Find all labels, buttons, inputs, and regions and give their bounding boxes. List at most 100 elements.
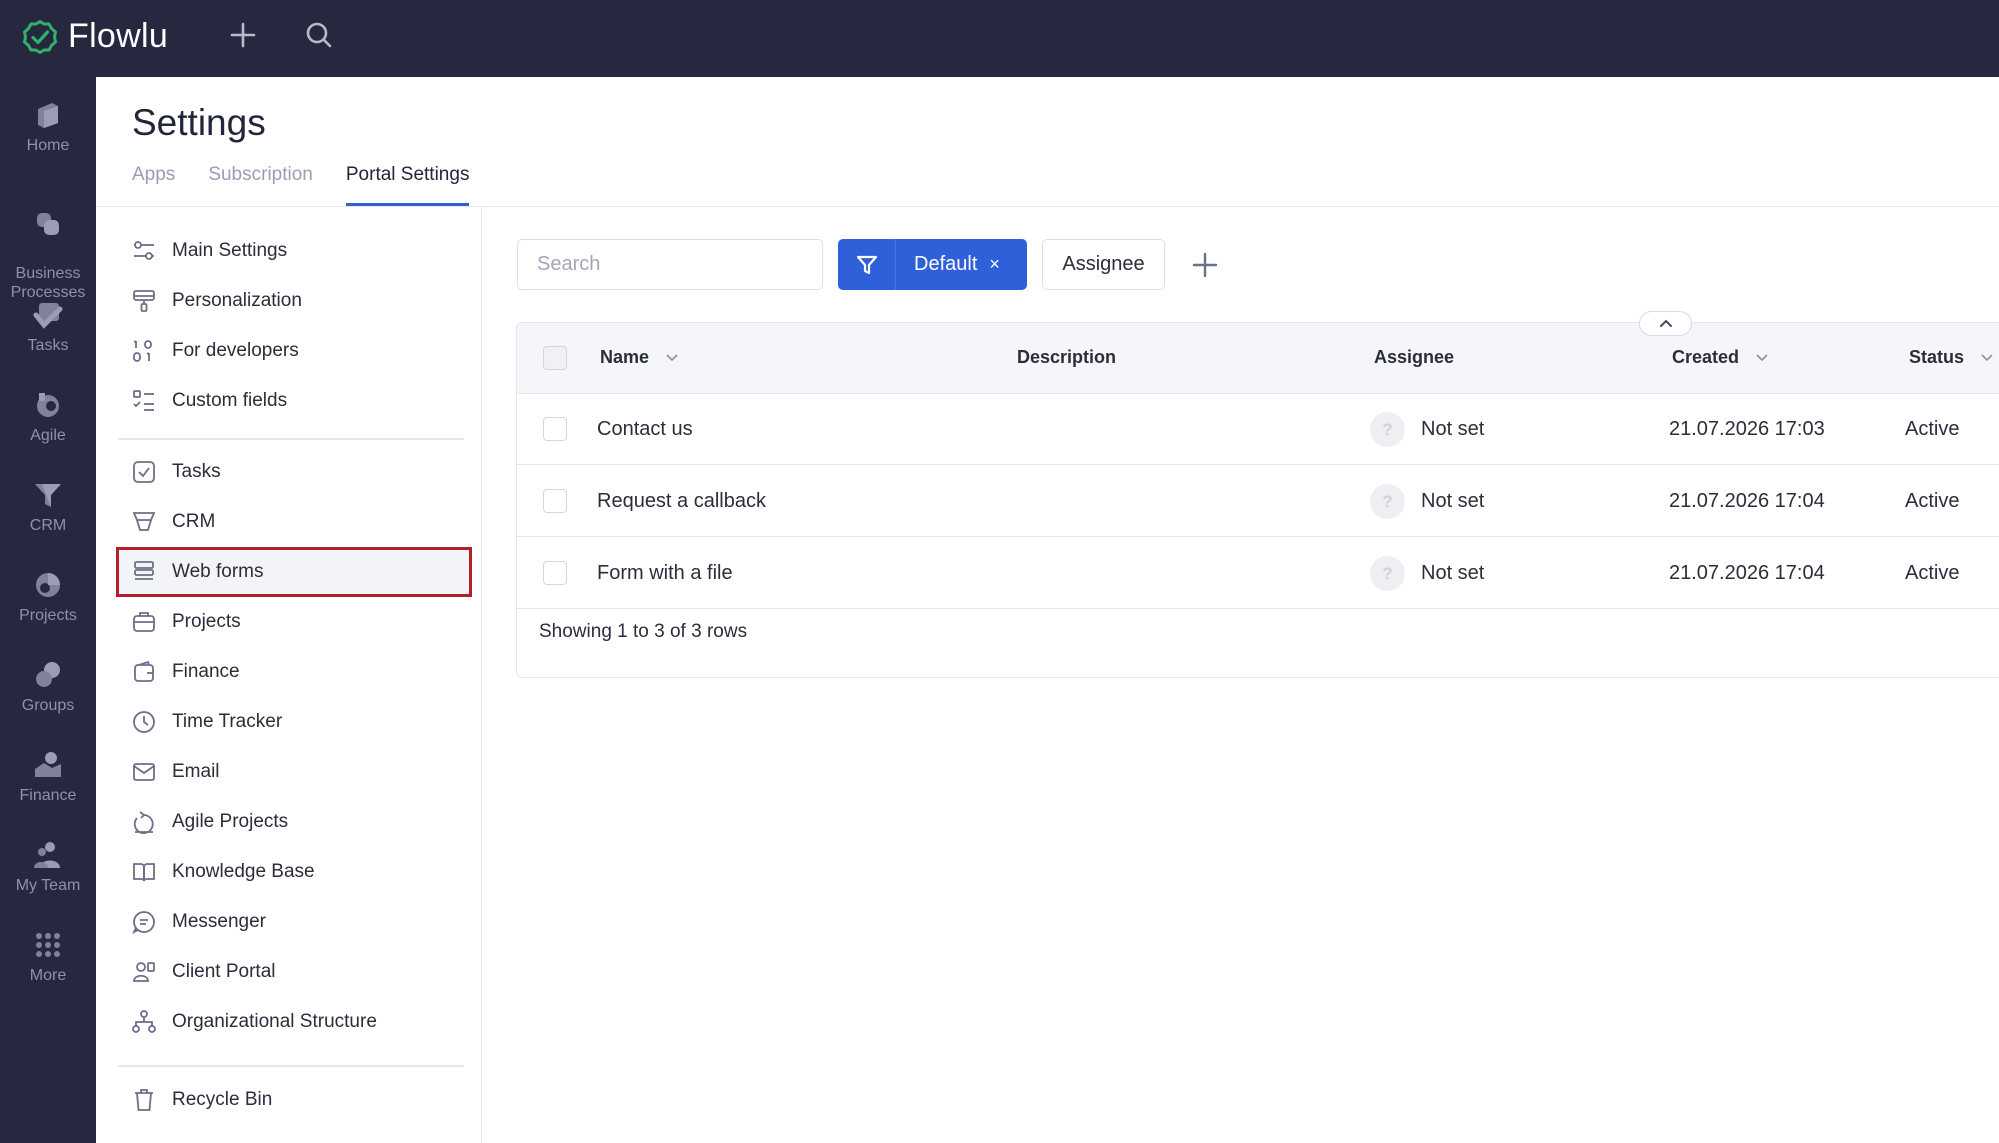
row-checkbox[interactable]: [543, 489, 567, 513]
menu-item-finance[interactable]: Finance: [118, 649, 470, 695]
app-logo[interactable]: Flowlu: [22, 17, 168, 56]
menu-item-tasks[interactable]: Tasks: [118, 449, 470, 495]
rail-label: CRM: [29, 517, 67, 534]
status-value: Active: [1905, 490, 1960, 512]
home-icon: [38, 103, 58, 128]
filter-toggle[interactable]: [838, 239, 896, 290]
avatar: ?: [1370, 556, 1405, 591]
menu-item-email[interactable]: Email: [118, 749, 470, 795]
projects-icon: [36, 573, 60, 597]
rail-item-my-team[interactable]: My Team: [0, 839, 96, 895]
top-bar: Flowlu: [0, 0, 1999, 77]
rail-item-groups[interactable]: Groups: [0, 659, 96, 715]
rail-label: Business Processes: [10, 265, 86, 301]
assignee-value: Not set: [1421, 562, 1485, 584]
menu-divider: [118, 438, 464, 440]
menu-item-label: Agile Projects: [172, 811, 289, 832]
rail-label: My Team: [15, 877, 81, 894]
tab-subscription[interactable]: Subscription: [208, 160, 313, 206]
column-header-description: Description: [1017, 347, 1117, 367]
menu-item-label: Email: [172, 761, 220, 782]
form-icon: [134, 561, 154, 580]
menu-item-label: Organizational Structure: [172, 1011, 377, 1032]
filter-icon: [856, 255, 877, 274]
close-icon[interactable]: ×: [989, 254, 1000, 275]
plus-icon[interactable]: [228, 20, 258, 50]
column-label: Status: [1909, 347, 1965, 367]
menu-item-projects[interactable]: Projects: [118, 599, 470, 645]
rail-label: Tasks: [27, 337, 69, 354]
grid-dots-icon: [36, 933, 60, 957]
funnel-icon: [132, 512, 156, 531]
menu-divider: [118, 1065, 464, 1067]
menu-item-personalization[interactable]: Personalization: [118, 278, 470, 324]
add-filter-icon[interactable]: [1190, 250, 1220, 280]
rail-item-tasks[interactable]: Tasks: [0, 299, 96, 355]
briefcase-icon: [133, 612, 155, 632]
collapse-filters-button[interactable]: [1639, 311, 1692, 336]
menu-item-label: Projects: [172, 611, 241, 632]
rail-item-agile[interactable]: Agile: [0, 389, 96, 445]
tab-apps[interactable]: Apps: [132, 160, 175, 206]
status-value: Active: [1905, 418, 1960, 440]
form-name[interactable]: Request a callback: [597, 490, 766, 513]
form-name[interactable]: Form with a file: [597, 562, 733, 585]
checkbox-icon: [133, 461, 155, 483]
menu-item-label: Custom fields: [172, 390, 288, 411]
search-input[interactable]: [517, 239, 823, 290]
table-row[interactable]: Form with a file ? Not set 21.07.2026 17…: [517, 538, 1999, 609]
business-processes-icon: [37, 213, 59, 235]
tab-portal-settings[interactable]: Portal Settings: [345, 160, 470, 206]
chevron-down-icon: [666, 354, 678, 362]
menu-item-client-portal[interactable]: Client Portal: [118, 949, 470, 995]
avatar: ?: [1370, 484, 1405, 519]
menu-item-custom-fields[interactable]: Custom fields: [118, 378, 470, 424]
row-checkbox[interactable]: [543, 561, 567, 585]
rail-item-more[interactable]: More: [0, 929, 96, 985]
org-chart-icon: [132, 1010, 156, 1033]
search-icon[interactable]: [304, 20, 334, 50]
form-name[interactable]: Contact us: [597, 418, 693, 441]
table-header: Name Description Assignee Created Status: [517, 323, 1999, 394]
filter-preset-button[interactable]: Default ×: [838, 239, 1027, 290]
paint-roller-icon: [133, 290, 155, 312]
rail-label: Agile: [30, 427, 66, 444]
menu-item-organizational-structure[interactable]: Organizational Structure: [118, 999, 470, 1045]
table-row[interactable]: Request a callback ? Not set 21.07.2026 …: [517, 466, 1999, 537]
rail-item-business-processes[interactable]: Business Processes: [0, 189, 96, 302]
menu-item-main-settings[interactable]: Main Settings: [118, 228, 470, 274]
tasks-icon: [33, 303, 63, 329]
menu-item-label: Time Tracker: [172, 711, 283, 732]
menu-item-for-developers[interactable]: For developers: [118, 328, 470, 374]
menu-item-agile-projects[interactable]: Agile Projects: [118, 799, 470, 845]
column-header-name[interactable]: Name: [600, 347, 678, 368]
menu-item-label: Personalization: [172, 290, 302, 311]
menu-item-label: Recycle Bin: [172, 1089, 273, 1110]
rail-item-finance[interactable]: Finance: [0, 749, 96, 805]
binary-icon: [133, 340, 152, 362]
rail-item-projects[interactable]: Projects: [0, 569, 96, 625]
column-header-status[interactable]: Status: [1909, 347, 1993, 368]
settings-menu: Main Settings Personalization For develo…: [96, 207, 482, 1143]
column-header-created[interactable]: Created: [1672, 347, 1768, 368]
menu-item-messenger[interactable]: Messenger: [118, 899, 470, 945]
menu-item-recycle-bin[interactable]: Recycle Bin: [118, 1077, 470, 1123]
avatar: ?: [1370, 412, 1405, 447]
clock-icon: [133, 711, 155, 733]
assignee-value: Not set: [1421, 490, 1485, 512]
app-name: Flowlu: [68, 17, 169, 55]
menu-item-label: Messenger: [172, 911, 266, 932]
row-checkbox[interactable]: [543, 417, 567, 441]
menu-item-time-tracker[interactable]: Time Tracker: [118, 699, 470, 745]
web-forms-table: Name Description Assignee Created Status…: [516, 311, 1999, 678]
assignee-filter-button[interactable]: Assignee: [1042, 239, 1165, 290]
agile-icon: [133, 811, 154, 834]
select-all-checkbox[interactable]: [543, 346, 567, 370]
table-row[interactable]: Contact us ? Not set 21.07.2026 17:03 Ac…: [517, 394, 1999, 465]
sliders-icon: [134, 241, 154, 260]
menu-item-web-forms[interactable]: Web forms: [116, 547, 472, 597]
rail-item-crm[interactable]: CRM: [0, 479, 96, 535]
menu-item-crm[interactable]: CRM: [118, 499, 470, 545]
rail-item-home[interactable]: Home: [0, 99, 96, 155]
menu-item-knowledge-base[interactable]: Knowledge Base: [118, 849, 470, 895]
